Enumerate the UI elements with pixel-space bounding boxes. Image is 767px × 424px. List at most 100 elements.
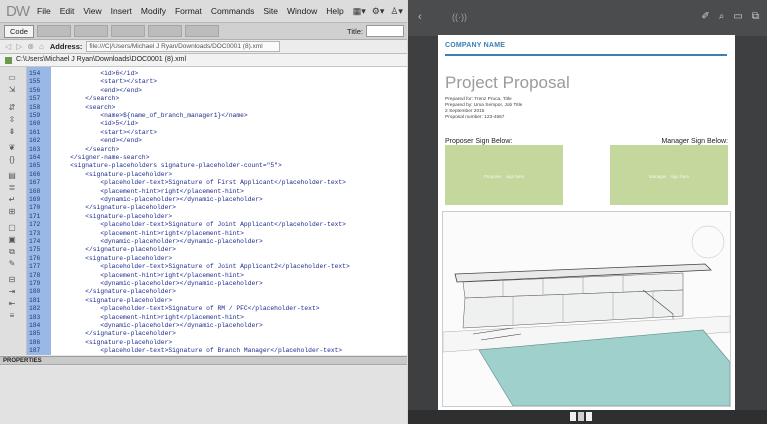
inspect-button[interactable] xyxy=(147,25,182,37)
comment-icon[interactable]: ▢ xyxy=(6,223,18,233)
home-icon[interactable]: ⌂ xyxy=(39,42,44,51)
code-text: </search> xyxy=(55,145,120,153)
code-text: </search> xyxy=(55,95,120,103)
balance-braces-icon[interactable]: {} xyxy=(6,155,18,165)
menu-help[interactable]: Help xyxy=(326,6,343,16)
house-pool-sketch xyxy=(442,211,731,407)
company-name: COMPANY NAME xyxy=(445,42,506,49)
page-thumbnail-1[interactable] xyxy=(570,412,576,421)
menu-view[interactable]: View xyxy=(83,6,101,16)
code-text: <signature-placeholder> xyxy=(55,296,173,304)
code-view[interactable]: 154 <id>6</id> 155 <start></start> 156 <en… xyxy=(27,67,407,355)
code-text: <end></end> xyxy=(55,137,142,145)
edit-icon[interactable]: ✐ xyxy=(701,11,709,22)
layout-icon[interactable]: ▦▾ xyxy=(353,6,366,17)
design-view-button[interactable] xyxy=(73,25,108,37)
refresh-icon[interactable]: ⊗ xyxy=(27,42,34,51)
document-title: Project Proposal xyxy=(445,73,570,92)
cast-icon[interactable]: ((·)) xyxy=(452,12,467,22)
code-text: <placeholder-text>Signature of Joint App… xyxy=(55,221,346,229)
format-source-icon[interactable]: ≡ xyxy=(6,311,18,321)
proposer-sign-label: Proposer Sign Below: xyxy=(445,138,513,145)
title-label: Title: xyxy=(347,26,363,36)
syntax-error-icon[interactable]: ⊞ xyxy=(6,207,18,217)
proposer-signature-box[interactable]: Proposer · sign here xyxy=(445,145,563,205)
highlight-icon[interactable]: ≣ xyxy=(6,183,18,193)
code-text: <placeholder-text>Signature of Branch Ma… xyxy=(55,347,343,355)
menubar-icons: ▦▾ ⚙▾ ♙▾ xyxy=(353,6,403,17)
document-toolbar: Code Title: xyxy=(0,23,407,40)
word-wrap-icon[interactable]: ↵ xyxy=(6,195,18,205)
wrap-tag-icon[interactable]: ⧉ xyxy=(6,247,18,257)
header-rule xyxy=(445,54,727,56)
back-icon[interactable]: ◁ xyxy=(5,42,11,51)
page-thumbnail-2[interactable] xyxy=(578,412,584,421)
back-icon[interactable]: ‹ xyxy=(418,11,422,23)
menu-file[interactable]: File xyxy=(37,6,51,16)
document-viewer: ‹ ((·)) ✐ ⌕ ▭ ⧉ COMPANY NAME Project Pro… xyxy=(408,0,767,424)
code-text: </signature-placeholder> xyxy=(55,204,176,212)
address-input[interactable]: file:///C|/Users/Michael J Ryan/Download… xyxy=(86,41,281,52)
code-text: <search> xyxy=(55,103,116,111)
address-bar: ◁ ▷ ⊗ ⌂ Address: file:///C|/Users/Michae… xyxy=(0,40,407,54)
app-logo: DW xyxy=(6,2,30,20)
code-text: </signature-placeholder> xyxy=(55,330,176,338)
code-text: <placeholder-text>Signature of First App… xyxy=(55,179,346,187)
menu-format[interactable]: Format xyxy=(175,6,202,16)
select-parent-icon[interactable]: ❦ xyxy=(6,143,18,153)
reading-view-icon[interactable]: ▭ xyxy=(733,11,742,22)
menu-edit[interactable]: Edit xyxy=(60,6,75,16)
menu-insert[interactable]: Insert xyxy=(111,6,132,16)
share-icon[interactable]: ⧉ xyxy=(752,11,759,22)
code-text: <signature-placeholder> xyxy=(55,254,173,262)
search-icon[interactable]: ⌕ xyxy=(719,11,725,22)
expand-tag-icon[interactable]: ⇵ xyxy=(6,103,18,113)
code-text: <dynamic-placeholder></dynamic-placehold… xyxy=(55,322,263,329)
code-text: <dynamic-placeholder></dynamic-placehold… xyxy=(55,196,263,203)
code-text: </signature-placeholder> xyxy=(55,246,176,254)
outdent-icon[interactable]: ⇤ xyxy=(6,299,18,309)
meta-proposal-number: Proposal number: 123-4567 xyxy=(445,115,505,120)
code-line[interactable]: 187 <placeholder-text>Signature of Branc… xyxy=(27,346,407,355)
code-text: <start></start> xyxy=(55,128,158,136)
live-view-button[interactable] xyxy=(110,25,145,37)
file-icon xyxy=(5,56,12,64)
properties-panel xyxy=(0,366,407,424)
proposer-box-text: Proposer · sign here xyxy=(483,174,525,179)
code-text: <id>5</id> xyxy=(55,120,139,128)
code-text: <signature-placeholders signature-placeh… xyxy=(55,162,282,170)
code-view-button[interactable]: Code xyxy=(4,24,34,38)
properties-panel-header[interactable]: PROPERTIES xyxy=(0,356,407,365)
code-editor-window: DW File Edit View Insert Modify Format C… xyxy=(0,0,407,424)
collapse-selection-icon[interactable]: ⇳ xyxy=(6,115,18,125)
move-css-icon[interactable]: ⊟ xyxy=(6,275,18,285)
code-text: <start></start> xyxy=(55,78,158,86)
menu-commands[interactable]: Commands xyxy=(211,6,254,16)
gear-icon[interactable]: ⚙▾ xyxy=(372,6,385,17)
open-documents-icon[interactable]: ▭ xyxy=(6,73,18,83)
remove-comment-icon[interactable]: ▣ xyxy=(6,235,18,245)
recent-snippets-icon[interactable]: ✎ xyxy=(6,259,18,269)
menu-bar: DW File Edit View Insert Modify Format C… xyxy=(0,0,407,23)
code-text: <placement-hint>right</placement-hint> xyxy=(55,187,244,195)
code-text: <end></end> xyxy=(55,86,142,94)
manager-box-text: Manager · sign here xyxy=(648,174,690,179)
manager-signature-box[interactable]: Manager · sign here xyxy=(610,145,728,205)
user-icon[interactable]: ♙▾ xyxy=(390,6,403,17)
line-numbers-icon[interactable]: ▤ xyxy=(6,171,18,181)
split-view-button[interactable] xyxy=(36,25,71,37)
page-thumbnail-3[interactable] xyxy=(586,412,592,421)
menu-site[interactable]: Site xyxy=(263,6,278,16)
page-thumbnail-bar xyxy=(408,410,767,424)
code-text: <placeholder-text>Signature of Joint App… xyxy=(55,263,350,271)
expand-all-icon[interactable]: ⇟ xyxy=(6,127,18,137)
forward-icon[interactable]: ▷ xyxy=(16,42,22,51)
address-label: Address: xyxy=(49,42,83,51)
multiscreen-button[interactable] xyxy=(184,25,219,37)
collapse-icon[interactable]: ⇲ xyxy=(6,85,18,95)
title-input[interactable] xyxy=(366,25,404,37)
menu-modify[interactable]: Modify xyxy=(141,6,166,16)
code-text: <placement-hint>right</placement-hint> xyxy=(55,313,244,321)
indent-icon[interactable]: ⇥ xyxy=(6,287,18,297)
menu-window[interactable]: Window xyxy=(287,6,317,16)
